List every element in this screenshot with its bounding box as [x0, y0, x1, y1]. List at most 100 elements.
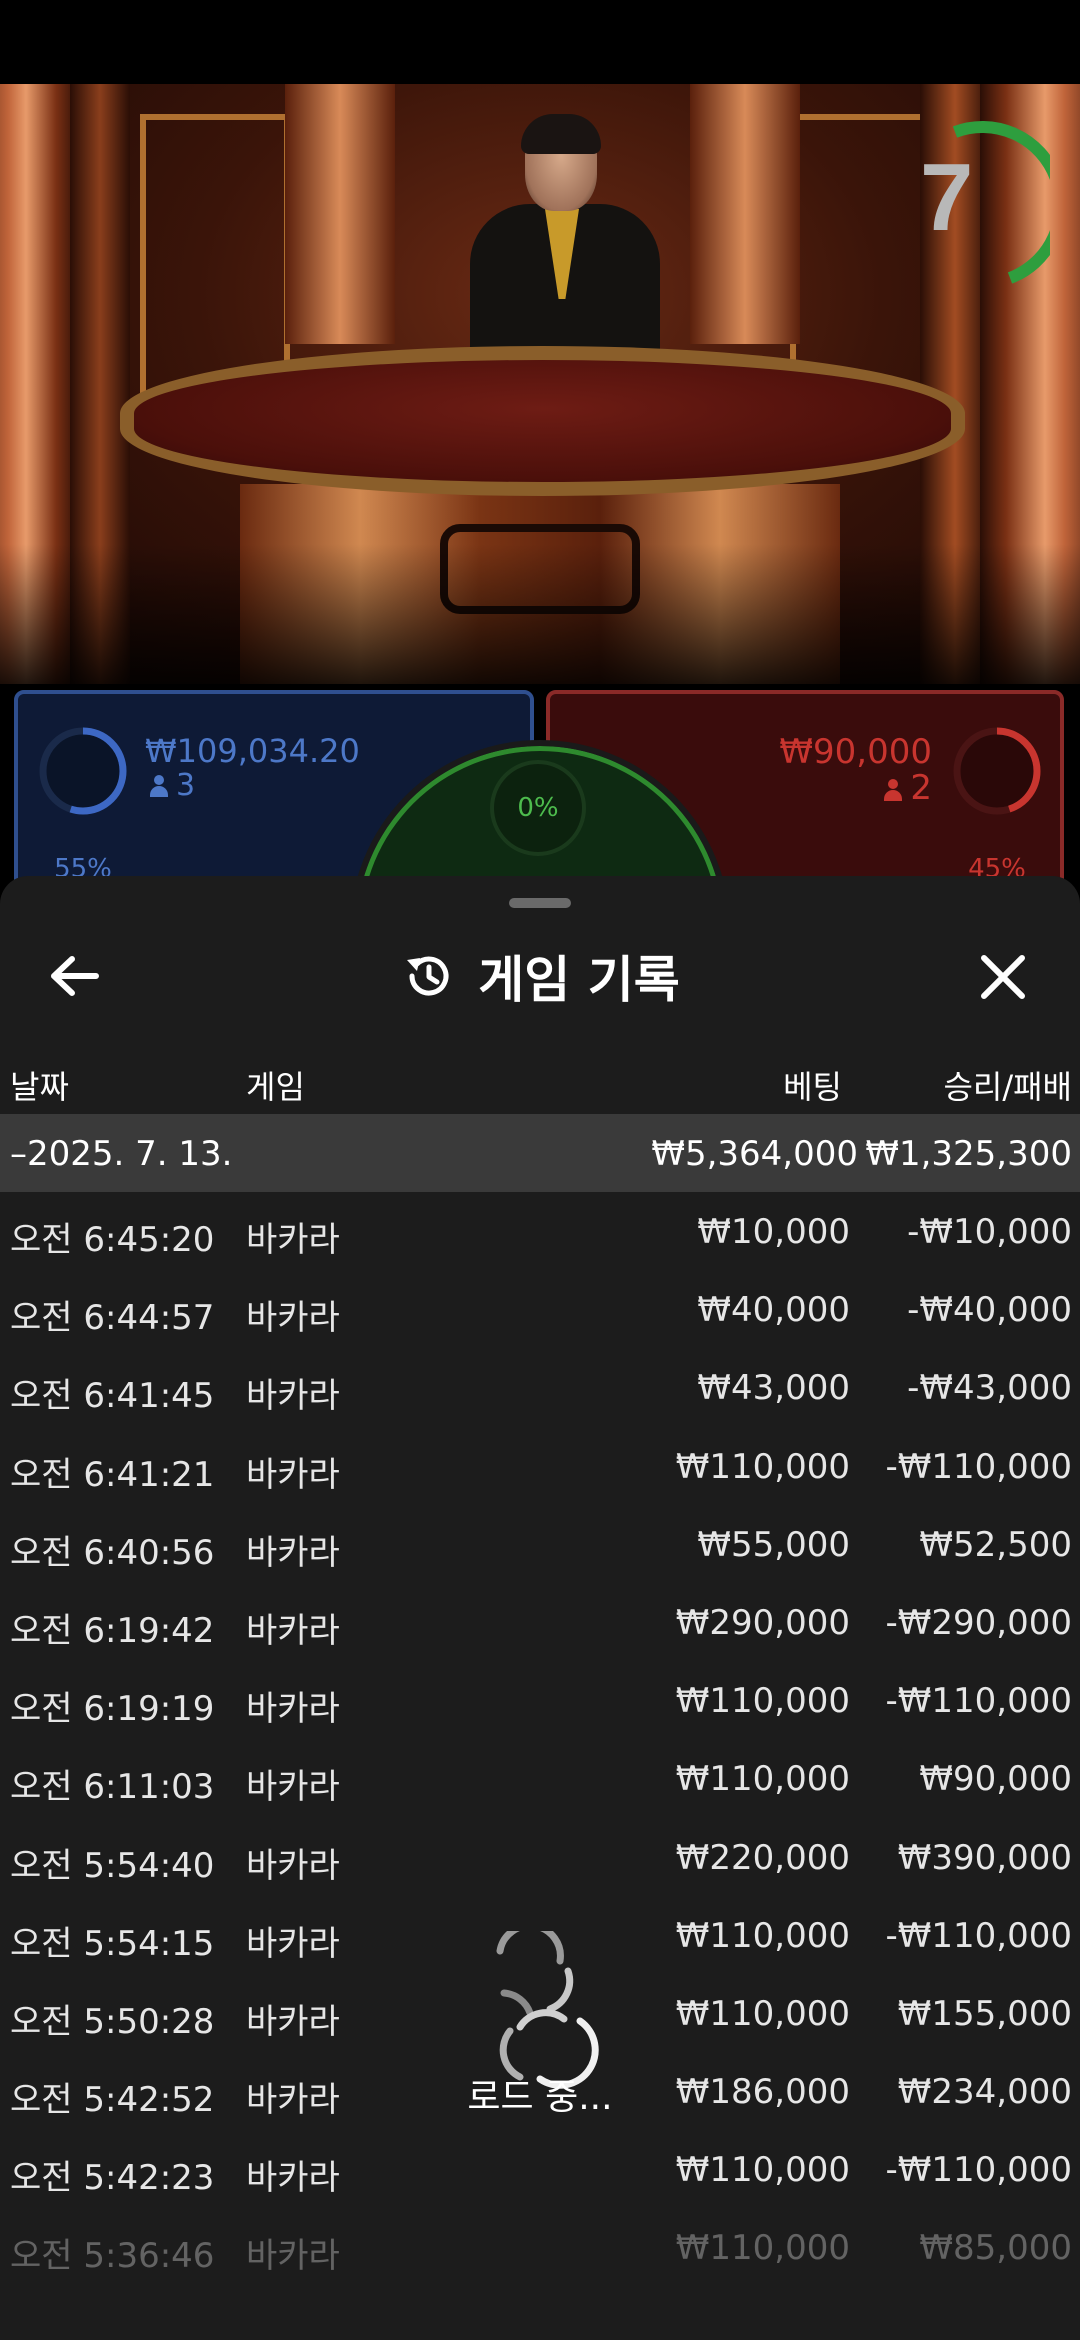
dealer-hair	[521, 114, 601, 154]
row-result-amount: -₩10,000	[907, 1212, 1072, 1252]
row-time: 오전 5:36:46	[10, 2236, 215, 2277]
history-row[interactable]: 오전 6:19:42 바카라 ₩290,000 -₩290,000	[0, 1583, 1080, 1661]
decor-pillar	[285, 84, 395, 344]
row-time: 오전 6:41:21	[10, 1454, 215, 1495]
row-time: 오전 6:45:20	[10, 1220, 215, 1260]
row-game: 바카라	[246, 1376, 340, 1417]
row-bet-amount: ₩43,000	[697, 1368, 850, 1409]
person-icon	[884, 779, 903, 801]
game-history-sheet: 게임 기록 날짜 게임 베팅 승리/패배 –2025. 7. 13. ₩5,36…	[0, 876, 1080, 2340]
row-result-amount: ₩155,000	[897, 1993, 1072, 2034]
arrow-left-icon	[51, 956, 99, 996]
row-result-amount: -₩290,000	[885, 1602, 1073, 1643]
row-result-amount: ₩52,500	[919, 1524, 1072, 1565]
countdown-timer: 7	[920, 144, 974, 251]
row-bet-amount: ₩110,000	[675, 2150, 850, 2191]
column-header-result[interactable]: 승리/패배	[943, 1062, 1072, 1108]
row-bet-amount: ₩220,000	[675, 1837, 850, 1878]
banker-bettor-count: 2	[884, 768, 932, 808]
column-header-game[interactable]: 게임	[246, 1062, 305, 1108]
banker-bettor-count-value: 2	[910, 768, 932, 808]
row-bet-amount: ₩110,000	[675, 1446, 850, 1487]
row-game: 바카라	[246, 1220, 340, 1260]
day-summary-row[interactable]: –2025. 7. 13. ₩5,364,000 ₩1,325,300	[0, 1114, 1080, 1192]
row-result-amount: -₩43,000	[907, 1368, 1072, 1409]
sheet-drag-handle[interactable]	[509, 898, 571, 908]
row-time: 오전 6:44:57	[10, 1298, 215, 1339]
row-game: 바카라	[246, 1298, 340, 1339]
row-result-amount: -₩110,000	[885, 1446, 1073, 1487]
row-game: 바카라	[246, 1767, 340, 1808]
row-game: 바카라	[246, 2236, 340, 2277]
row-game: 바카라	[246, 2001, 340, 2042]
history-row[interactable]: 오전 6:41:21 바카라 ₩110,000 -₩110,000	[0, 1427, 1080, 1505]
history-row[interactable]: 오전 6:41:45 바카라 ₩43,000 -₩43,000	[0, 1348, 1080, 1426]
video-fade	[0, 544, 1080, 684]
close-button[interactable]	[968, 942, 1038, 1012]
banker-bet-amount: ₩90,000	[779, 732, 932, 772]
history-row[interactable]: 오전 6:40:56 바카라 ₩55,000 ₩52,500	[0, 1505, 1080, 1583]
history-icon	[407, 956, 449, 996]
day-total-result: ₩1,325,300	[865, 1134, 1072, 1174]
row-time: 오전 6:40:56	[10, 1532, 215, 1573]
person-icon	[150, 775, 168, 797]
baccarat-table	[120, 346, 965, 496]
row-result-amount: ₩390,000	[897, 1837, 1072, 1878]
row-result-amount: -₩110,000	[885, 1915, 1073, 1956]
row-bet-amount: ₩55,000	[697, 1524, 850, 1565]
row-time: 오전 6:19:19	[10, 1689, 215, 1730]
row-game: 바카라	[246, 1923, 340, 1964]
row-result-amount: -₩110,000	[885, 1681, 1073, 1722]
sheet-title: 게임 기록	[478, 951, 680, 1009]
player-percent: 55%	[54, 854, 112, 884]
player-percent-ring: 55%	[36, 724, 130, 884]
loading-spinner-icon	[460, 1922, 620, 2091]
row-bet-amount: ₩10,000	[697, 1212, 850, 1252]
row-bet-amount: ₩110,000	[675, 1759, 850, 1800]
betting-area: 55% ₩109,034.20 3 45% ₩90,000 2 0%	[0, 684, 1080, 884]
row-bet-amount: ₩110,000	[675, 1681, 850, 1722]
back-button[interactable]	[40, 946, 110, 1006]
history-row[interactable]: 오전 5:42:23 바카라 ₩110,000 -₩110,000	[0, 2130, 1080, 2208]
history-row[interactable]: 오전 6:45:20 바카라 ₩10,000 -₩10,000	[0, 1192, 1080, 1270]
row-game: 바카라	[246, 1532, 340, 1573]
row-result-amount: -₩110,000	[885, 2150, 1073, 2191]
day-total-bet: ₩5,364,000	[651, 1134, 858, 1174]
history-row[interactable]: 오전 6:11:03 바카라 ₩110,000 ₩90,000	[0, 1739, 1080, 1817]
banker-percent-ring: 45%	[950, 724, 1044, 884]
row-game: 바카라	[246, 2158, 340, 2199]
sheet-title-wrap: 게임 기록	[0, 916, 1080, 1036]
row-game: 바카라	[246, 1845, 340, 1886]
status-bar	[0, 0, 1080, 84]
column-header-bet[interactable]: 베팅	[783, 1062, 842, 1108]
history-row[interactable]: 오전 6:19:19 바카라 ₩110,000 -₩110,000	[0, 1661, 1080, 1739]
close-icon	[981, 955, 1025, 999]
loading-text: 로드 중...	[467, 2077, 613, 2118]
row-result-amount: ₩234,000	[897, 2072, 1072, 2113]
history-row[interactable]: 오전 5:54:40 바카라 ₩220,000 ₩390,000	[0, 1818, 1080, 1896]
row-game: 바카라	[246, 2080, 340, 2121]
row-time: 오전 5:42:52	[10, 2080, 215, 2121]
row-time: 오전 5:54:40	[10, 1845, 215, 1886]
tie-percent: 0%	[517, 793, 559, 823]
row-game: 바카라	[246, 1610, 340, 1651]
row-bet-amount: ₩110,000	[675, 2228, 850, 2269]
sheet-header: 게임 기록	[0, 916, 1080, 1036]
row-time: 오전 6:11:03	[10, 1767, 215, 1808]
row-result-amount: ₩85,000	[919, 2228, 1072, 2269]
row-time: 오전 5:50:28	[10, 2001, 215, 2042]
row-bet-amount: ₩290,000	[675, 1602, 850, 1643]
row-bet-amount: ₩186,000	[675, 2072, 850, 2113]
history-row[interactable]: 오전 5:36:46 바카라 ₩110,000 ₩85,000	[0, 2208, 1080, 2286]
day-date: –2025. 7. 13.	[10, 1134, 233, 1174]
row-time: 오전 5:42:23	[10, 2158, 215, 2199]
column-header-date[interactable]: 날짜	[10, 1062, 69, 1108]
row-result-amount: ₩90,000	[919, 1759, 1072, 1800]
row-bet-amount: ₩110,000	[675, 1915, 850, 1956]
history-rows: 오전 6:45:20 바카라 ₩10,000 -₩10,000 오전 6:44:57 바카…	[0, 1192, 1080, 2287]
history-row[interactable]: 오전 6:44:57 바카라 ₩40,000 -₩40,000	[0, 1270, 1080, 1348]
decor-pillar	[690, 84, 800, 344]
row-game: 바카라	[246, 1454, 340, 1495]
row-time: 오전 6:19:42	[10, 1610, 215, 1651]
player-bet-amount: ₩109,034.20	[145, 732, 360, 770]
